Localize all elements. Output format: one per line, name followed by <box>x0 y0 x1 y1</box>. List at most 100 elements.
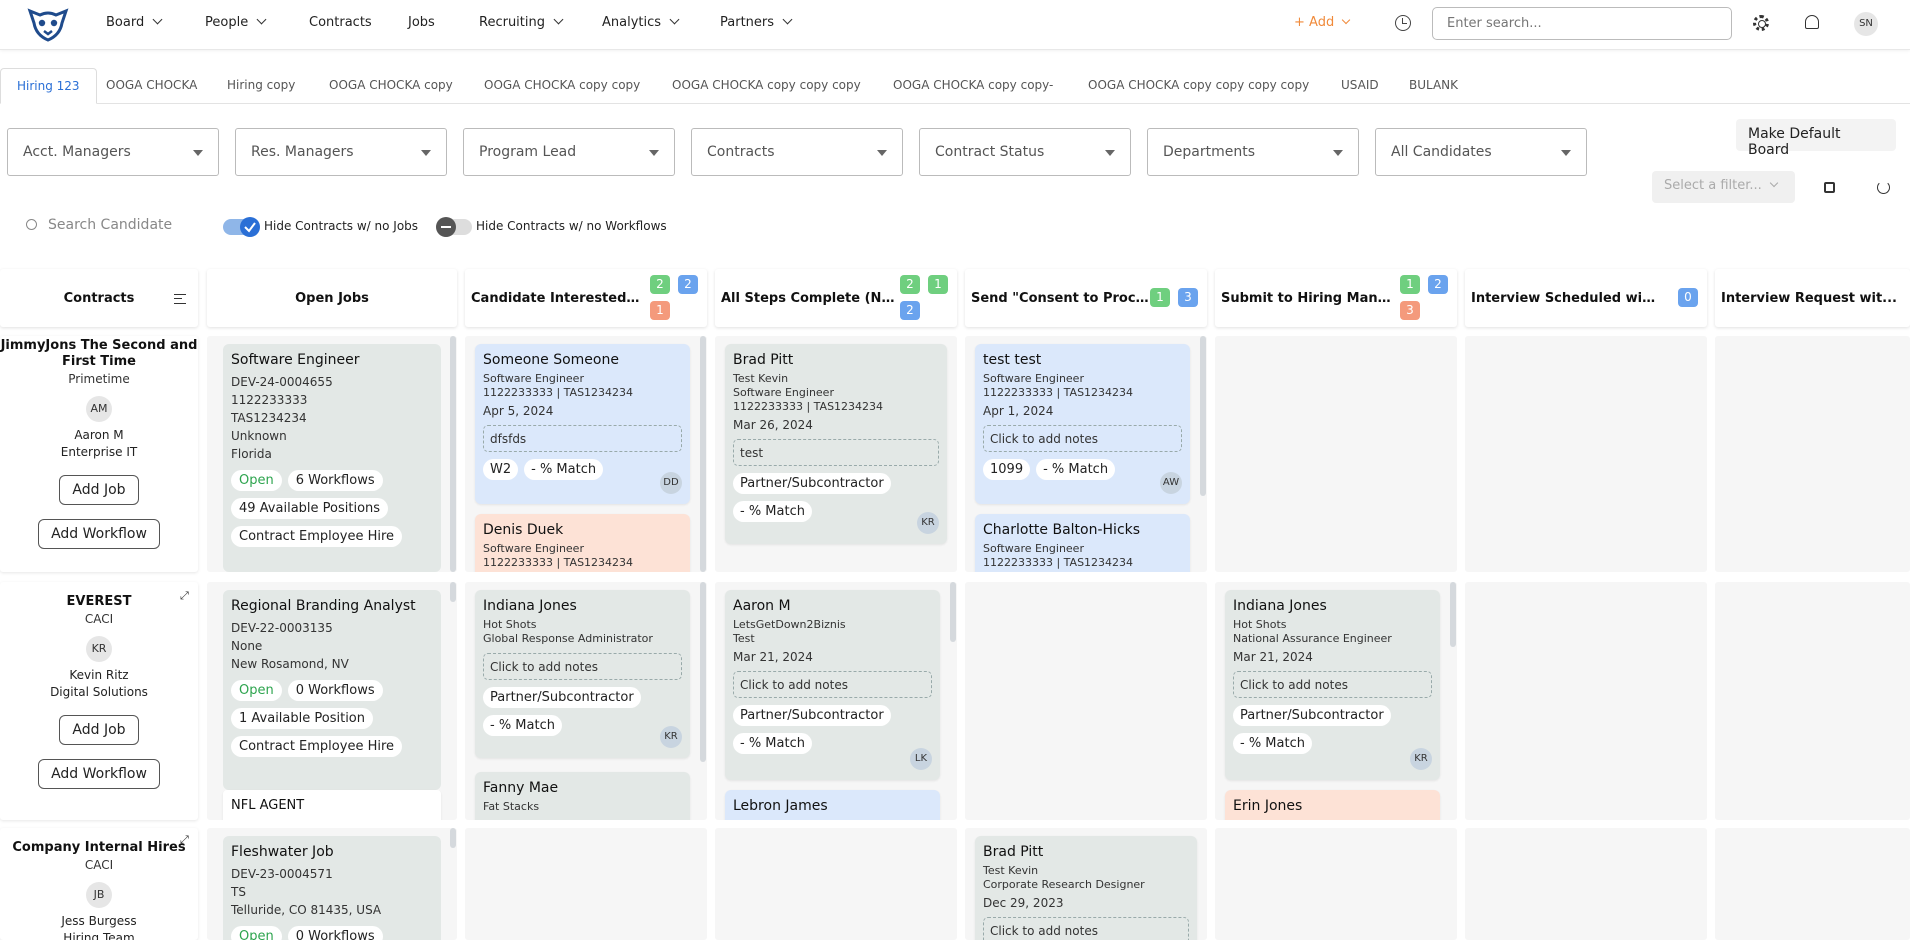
notes-field[interactable]: Click to add notes <box>983 917 1189 940</box>
tab-ooga-chocka-copy-copy-copy-copy[interactable]: OOGA CHOCKA copy copy copy copy <box>1088 78 1309 92</box>
contract-name[interactable]: EVEREST <box>0 594 198 610</box>
global-search-input[interactable] <box>1432 7 1732 40</box>
scrollbar[interactable] <box>450 582 456 602</box>
filter-departments[interactable]: Departments <box>1147 128 1359 176</box>
column-title: Send "Consent to Proc... <box>971 291 1149 306</box>
candidate-date: Mar 21, 2024 <box>1233 650 1313 664</box>
contract-person: Kevin Ritz <box>69 668 129 682</box>
search-candidate-input[interactable]: Search Candidate <box>26 217 172 233</box>
notes-field[interactable]: dfsfds <box>483 425 682 452</box>
app-logo-icon[interactable] <box>26 7 70 43</box>
add-workflow-button[interactable]: Add Workflow <box>38 759 160 789</box>
candidate-name: Brad Pitt <box>983 844 1044 860</box>
column-header-candidate-interested[interactable]: Candidate Interested I... 2 2 1 <box>465 269 707 327</box>
sort-icon[interactable] <box>174 294 186 304</box>
job-card[interactable]: Software Engineer DEV-24-0004655 1122233… <box>223 344 441 572</box>
column-header-all-steps-complete[interactable]: All Steps Complete (No... 2 1 2 <box>715 269 957 327</box>
workflows-pill[interactable]: 0 Workflows <box>287 680 383 701</box>
column-header-interview-scheduled[interactable]: Interview Scheduled wit... 0 <box>1465 269 1707 327</box>
select-filter-dropdown[interactable]: Select a filter... <box>1652 171 1795 203</box>
tab-hiring-123[interactable]: Hiring 123 <box>0 68 97 104</box>
workflows-pill[interactable]: 0 Workflows <box>287 926 383 940</box>
filter-res-managers[interactable]: Res. Managers <box>235 128 447 176</box>
positions-pill: 1 Available Position <box>231 708 373 729</box>
workflows-pill[interactable]: 6 Workflows <box>287 470 383 491</box>
candidate-card[interactable]: Erin Jones <box>1225 790 1440 820</box>
nav-people[interactable]: People <box>205 14 267 30</box>
column-header-submit-hiring-manager[interactable]: Submit to Hiring Mana... 1 2 3 <box>1215 269 1457 327</box>
caret-down-icon <box>649 150 659 156</box>
scrollbar[interactable] <box>700 582 706 762</box>
add-button[interactable]: + Add <box>1294 15 1351 30</box>
make-default-board-button[interactable]: Make Default Board <box>1736 119 1896 158</box>
employment-type-pill: 1099 <box>983 459 1031 480</box>
add-workflow-button[interactable]: Add Workflow <box>38 519 160 549</box>
count-badge: 1 <box>650 301 670 320</box>
tab-bulank[interactable]: BULANK <box>1409 78 1458 92</box>
nav-recruiting[interactable]: Recruiting <box>479 14 564 30</box>
tab-ooga-chocka-copy-copy-dash[interactable]: OOGA CHOCKA copy copy- <box>893 78 1053 92</box>
scrollbar[interactable] <box>1450 582 1456 647</box>
scrollbar[interactable] <box>1200 336 1206 496</box>
filter-all-candidates[interactable]: All Candidates <box>1375 128 1587 176</box>
tab-ooga-chocka[interactable]: OOGA CHOCKA <box>106 78 197 92</box>
nav-board[interactable]: Board <box>106 14 163 30</box>
user-avatar[interactable]: SN <box>1854 12 1878 36</box>
scrollbar[interactable] <box>950 582 956 642</box>
tab-usaid[interactable]: USAID <box>1341 78 1379 92</box>
filter-acct-managers[interactable]: Acct. Managers <box>7 128 219 176</box>
scrollbar[interactable] <box>450 828 456 848</box>
reset-icon[interactable] <box>1877 181 1890 194</box>
tab-hiring-copy[interactable]: Hiring copy <box>227 78 295 92</box>
contract-name[interactable]: Company Internal Hires <box>0 840 198 856</box>
job-id: DEV-23-0004571 <box>231 867 333 881</box>
candidate-card[interactable]: Charlotte Balton-Hicks Software Engineer… <box>975 514 1190 572</box>
candidate-card[interactable]: Brad Pitt Test Kevin Corporate Research … <box>975 836 1197 940</box>
contract-company: CACI <box>84 858 114 872</box>
notes-field[interactable]: Click to add notes <box>733 671 932 698</box>
candidate-card[interactable]: Fanny Mae Fat Stacks <box>475 772 690 820</box>
candidate-card[interactable]: Someone Someone Software Engineer 112223… <box>475 344 690 504</box>
nav-contracts[interactable]: Contracts <box>309 15 372 30</box>
candidate-card[interactable]: Indiana Jones Hot Shots National Assuran… <box>1225 590 1440 780</box>
scrollbar[interactable] <box>700 336 706 572</box>
gear-icon[interactable] <box>1753 15 1769 31</box>
hide-no-jobs-toggle[interactable] <box>223 217 260 237</box>
notes-field[interactable]: Click to add notes <box>1233 671 1432 698</box>
candidate-name: Denis Duek <box>483 522 564 538</box>
column-header-send-consent[interactable]: Send "Consent to Proc... 1 3 <box>965 269 1207 327</box>
candidate-card[interactable]: Indiana Jones Hot Shots Global Response … <box>475 590 690 758</box>
filter-program-lead[interactable]: Program Lead <box>463 128 675 176</box>
bell-icon[interactable] <box>1805 15 1819 29</box>
job-card[interactable]: Fleshwater Job DEV-23-0004571 TS Telluri… <box>223 836 441 940</box>
nav-partners[interactable]: Partners <box>720 14 793 30</box>
filter-contract-status[interactable]: Contract Status <box>919 128 1131 176</box>
candidate-card[interactable]: Lebron James <box>725 790 940 820</box>
save-icon[interactable] <box>1824 182 1835 193</box>
job-card[interactable]: NFL AGENT <box>223 790 441 820</box>
nav-analytics[interactable]: Analytics <box>602 14 680 30</box>
notes-field[interactable]: test <box>733 439 939 466</box>
tab-ooga-chocka-copy[interactable]: OOGA CHOCKA copy <box>329 78 453 92</box>
candidate-card[interactable]: Aaron M LetsGetDown2Biznis Test Mar 21, … <box>725 590 940 780</box>
tab-ooga-chocka-copy-copy-copy[interactable]: OOGA CHOCKA copy copy copy <box>672 78 861 92</box>
column-header-interview-request[interactable]: Interview Request wit... <box>1715 269 1910 327</box>
contract-dept: Hiring Team <box>63 931 135 940</box>
contract-name[interactable]: JimmyJons The Second and First Time <box>0 338 198 370</box>
candidate-company: Test Kevin <box>733 372 789 385</box>
notes-field[interactable]: Click to add notes <box>483 653 682 680</box>
candidate-card[interactable]: Denis Duek Software Engineer 1122233333 … <box>475 514 690 572</box>
hide-no-workflows-toggle[interactable] <box>436 217 472 237</box>
candidate-card[interactable]: Brad Pitt Test Kevin Software Engineer 1… <box>725 344 947 544</box>
job-card[interactable]: Regional Branding Analyst DEV-22-0003135… <box>223 590 441 790</box>
add-job-button[interactable]: Add Job <box>59 475 139 505</box>
scrollbar[interactable] <box>450 336 456 572</box>
notes-field[interactable]: Click to add notes <box>983 425 1182 452</box>
nav-jobs[interactable]: Jobs <box>408 15 435 30</box>
filter-contracts[interactable]: Contracts <box>691 128 903 176</box>
add-job-button[interactable]: Add Job <box>59 715 139 745</box>
tab-ooga-chocka-copy-copy[interactable]: OOGA CHOCKA copy copy <box>484 78 640 92</box>
history-icon[interactable] <box>1395 15 1411 31</box>
candidate-card[interactable]: test test Software Engineer 1122233333 |… <box>975 344 1190 504</box>
stage-cell <box>1465 828 1707 940</box>
